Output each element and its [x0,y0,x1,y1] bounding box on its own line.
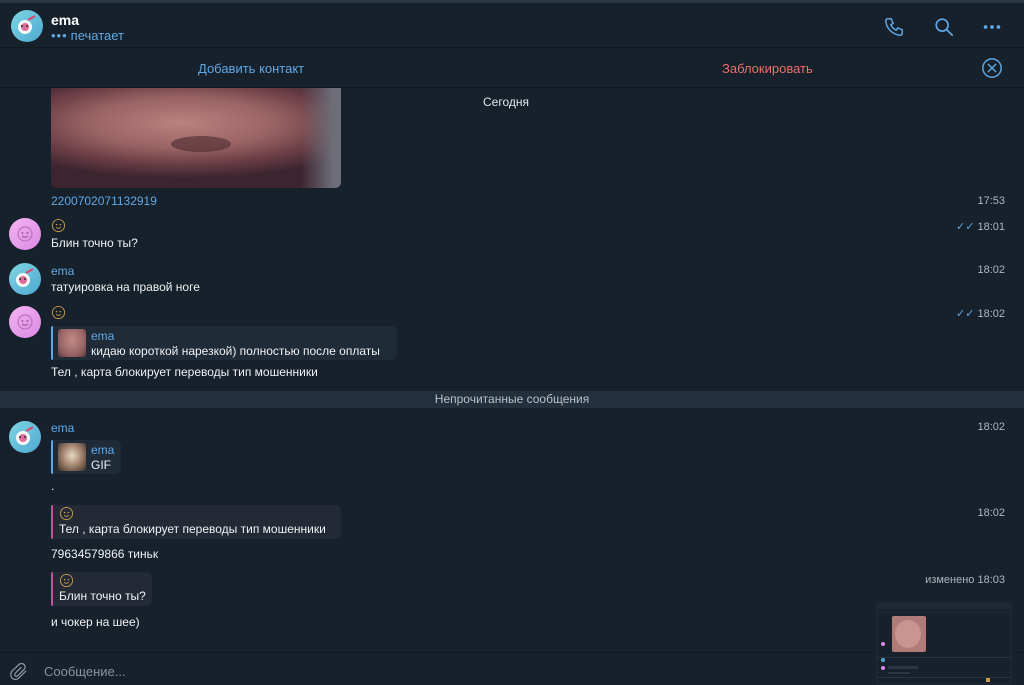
reply-gif-thumbnail [58,443,86,471]
reply-sender: ema [91,443,115,457]
reply-quote[interactable]: ema кидаю короткой нарезкой) полностью п… [51,326,397,360]
typing-dots-icon: ••• [51,28,68,43]
date-divider: Сегодня [483,95,529,109]
media-thumbnail[interactable] [51,88,341,188]
message-text: Блин точно ты? [51,236,138,250]
my-avatar[interactable] [9,218,41,250]
reply-thumbnail [58,329,86,357]
message-text: Тел , карта блокирует переводы тип мошен… [51,365,318,379]
read-checks-icon: ✓✓ [956,221,975,233]
typing-status-text: печатает [70,28,125,43]
contact-action-bar: Добавить контакт Заблокировать [0,49,1024,88]
chat-header: ema ••• печатает [0,3,1024,48]
typing-status: ••• печатает [51,28,124,43]
reply-quote[interactable]: Тел , карта блокирует переводы тип мошен… [51,505,341,539]
contact-avatar[interactable] [11,10,43,42]
contact-name: ema [51,12,80,28]
add-contact-button[interactable]: Добавить контакт [198,61,304,76]
more-icon[interactable] [981,16,1003,38]
read-checks-icon: ✓✓ [956,308,975,320]
reply-quote[interactable]: Блин точно ты? [51,572,152,606]
block-button[interactable]: Заблокировать [722,61,813,76]
sender-name[interactable]: ema [51,421,74,435]
reply-quote[interactable]: ema GIF [51,440,121,474]
my-avatar[interactable] [9,306,41,338]
smile-icon [59,573,74,588]
message-time: 18:02 [977,507,1005,519]
message-time: изменено 18:03 [925,574,1005,586]
message-time: 17:53 [977,195,1005,207]
media-thumbnail-detail [171,136,231,152]
close-icon[interactable] [981,57,1003,79]
reply-text: Тел , карта блокирует переводы тип мошен… [59,522,326,536]
window-preview-thumbnail[interactable] [876,602,1012,685]
message-text: . [51,479,55,493]
contact-avatar[interactable] [9,421,41,453]
media-thumbnail-shade [301,88,341,188]
unread-divider: Непрочитанные сообщения [0,391,1024,408]
message-time: ✓✓ 18:01 [930,220,1005,233]
message-composer [0,652,1024,685]
smile-icon [59,506,74,521]
message-text: 79634579866 тиньк [51,547,159,561]
reply-sender: ema [91,329,115,343]
message-text: и чокер на шее) [51,615,140,629]
smile-icon [51,218,66,233]
message-link[interactable]: 2200702071132919 [51,194,157,208]
message-time: 18:02 [977,421,1005,433]
phone-icon[interactable] [883,16,905,38]
reply-text: GIF [91,458,111,472]
attach-icon[interactable] [9,662,29,682]
message-time-text: 18:01 [977,221,1005,233]
contact-avatar[interactable] [9,263,41,295]
search-icon[interactable] [933,16,955,38]
reply-text: кидаю короткой нарезкой) полностью после… [91,344,380,358]
message-text: татуировка на правой ноге [51,280,200,294]
message-time: ✓✓ 18:02 [930,307,1005,320]
message-input[interactable] [44,661,804,681]
message-time-text: 18:02 [977,308,1005,320]
smile-icon [51,305,66,320]
message-time: 18:02 [977,264,1005,276]
sender-name[interactable]: ema [51,264,74,278]
reply-text: Блин точно ты? [59,589,146,603]
